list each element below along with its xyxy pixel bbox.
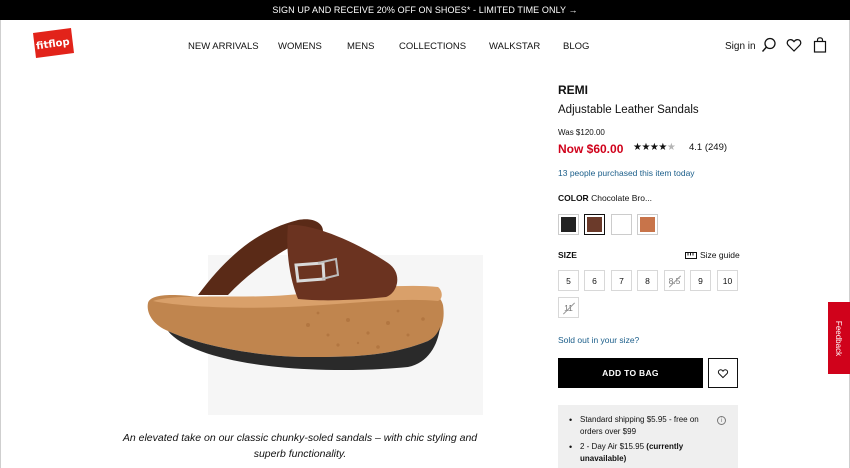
size-11[interactable]: 11 [558, 297, 579, 318]
size-guide-text: Size guide [700, 250, 740, 260]
sign-in-link[interactable]: Sign in [725, 41, 756, 52]
nav-womens[interactable]: WOMENS [278, 41, 322, 52]
size-10[interactable]: 10 [717, 270, 738, 291]
product-title: REMI [558, 83, 588, 97]
size-guide-link[interactable]: Size guide [685, 250, 740, 260]
product-description: An elevated take on our classic chunky-s… [122, 432, 478, 460]
size-5[interactable]: 5 [558, 270, 579, 291]
wishlist-button[interactable] [708, 358, 738, 388]
size-6[interactable]: 6 [584, 270, 605, 291]
now-price: Now $60.00 [558, 142, 624, 156]
heart-icon [717, 368, 729, 378]
product-image[interactable] [138, 215, 483, 415]
feedback-label: Feedback [834, 320, 844, 356]
size-7[interactable]: 7 [611, 270, 632, 291]
promo-banner[interactable]: SIGN UP AND RECEIVE 20% OFF ON SHOES* - … [0, 0, 850, 20]
swatch-tan[interactable] [637, 214, 658, 235]
rating-text[interactable]: 4.1 (249) [689, 142, 727, 153]
main-nav: NEW ARRIVALS WOMENS MENS COLLECTIONS WAL… [0, 41, 850, 53]
size-8[interactable]: 8 [637, 270, 658, 291]
ruler-icon [685, 251, 697, 259]
info-icon[interactable]: i [717, 416, 726, 425]
product-subtitle: Adjustable Leather Sandals [558, 104, 699, 116]
shipping-standard: Standard shipping $5.95 - free on orders… [566, 414, 716, 438]
color-value: Chocolate Bro... [591, 193, 653, 203]
color-label: COLOR Chocolate Bro... [558, 193, 652, 203]
was-price: Was $120.00 [558, 128, 605, 137]
star-empty-icon: ★ [666, 142, 676, 153]
star-icon: ★★★★ [633, 142, 667, 153]
nav-walkstar[interactable]: WALKSTAR [489, 41, 540, 52]
add-to-bag-button[interactable]: ADD TO BAG [558, 358, 703, 388]
swatch-chocolate-brown[interactable] [584, 214, 605, 235]
heart-icon[interactable] [786, 37, 802, 53]
nav-collections[interactable]: COLLECTIONS [399, 41, 466, 52]
bag-icon[interactable] [812, 37, 828, 53]
swatch-white[interactable] [611, 214, 632, 235]
color-heading: COLOR [558, 193, 589, 203]
nav-mens[interactable]: MENS [347, 41, 374, 52]
size-8-5[interactable]: 8.5 [664, 270, 685, 291]
shipping-info: Standard shipping $5.95 - free on orders… [558, 405, 738, 468]
purchase-count: 13 people purchased this item today [558, 168, 695, 178]
nav-blog[interactable]: BLOG [563, 41, 589, 52]
sold-out-link[interactable]: Sold out in your size? [558, 335, 639, 345]
size-9[interactable]: 9 [690, 270, 711, 291]
rating-stars[interactable]: ★★★★★ [633, 142, 676, 153]
promo-text[interactable]: SIGN UP AND RECEIVE 20% OFF ON SHOES* - … [272, 5, 577, 15]
nav-new-arrivals[interactable]: NEW ARRIVALS [188, 41, 259, 52]
size-label: SIZE [558, 250, 577, 260]
shipping-2day: 2 - Day Air $15.95 (currently unavailabl… [566, 441, 716, 465]
search-icon[interactable] [761, 37, 777, 53]
feedback-tab[interactable]: Feedback [828, 302, 850, 374]
swatch-black[interactable] [558, 214, 579, 235]
